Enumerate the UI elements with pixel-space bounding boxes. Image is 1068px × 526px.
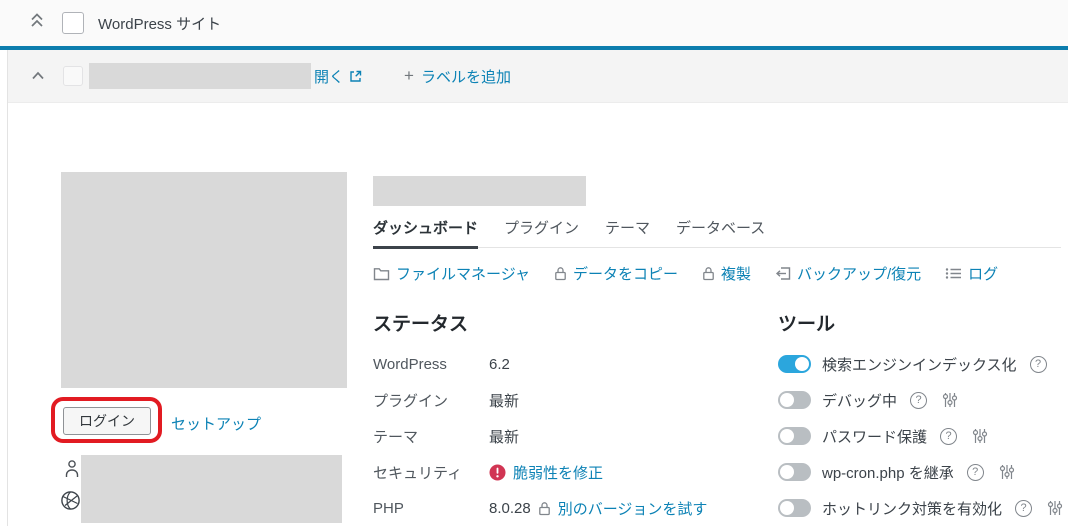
status-row-plugins: プラグイン 最新 [373,382,713,418]
toggle-hotlink-protect[interactable] [778,499,811,517]
tool-row-hotlink-protect: ホットリンク対策を有効化 [778,490,1068,526]
globe-icon [60,490,81,516]
file-manager-link[interactable]: ファイルマネージャ [373,263,530,284]
status-row-security: セキュリティ 脆弱性を修正 [373,454,713,490]
login-button[interactable]: ログイン [63,407,151,435]
status-value: 最新 [489,428,520,446]
tool-row-debug: デバッグ中 [778,382,1068,418]
backup-restore-label: バックアップ/復元 [796,266,922,283]
tool-label: ホットリンク対策を有効化 [822,500,1003,518]
lock-icon [554,266,567,281]
help-icon[interactable] [910,391,928,409]
log-label: ログ [968,266,999,283]
status-label: WordPress [373,355,447,373]
clone-link[interactable]: 複製 [702,263,751,284]
tab-dashboard[interactable]: ダッシュボード [373,217,479,249]
person-icon [63,459,81,483]
tab-plugins[interactable]: プラグイン [504,217,579,247]
toggle-wp-cron[interactable] [778,463,811,481]
sliders-icon[interactable] [1047,500,1063,516]
add-label-button[interactable]: + ラベルを追加 [404,66,511,87]
help-icon[interactable] [940,427,958,445]
select-all-checkbox[interactable] [62,12,84,34]
toggle-password-protect[interactable] [778,427,811,445]
site-title-redacted [373,176,586,206]
plus-icon: + [404,66,414,85]
list-header-bar: WordPress サイト [0,0,1068,46]
tool-row-password-protect: パスワード保護 [778,418,1068,454]
tab-bar: ダッシュボード プラグイン テーマ データベース [373,217,1061,249]
tool-label: wp-cron.php を継承 [822,464,954,482]
error-icon [489,464,506,481]
status-heading: ステータス [373,314,469,335]
toggle-debug[interactable] [778,391,811,409]
wordpress-sites-panel: WordPress サイト 開く + ラベルを追加 ログイン セットアップ ダッ… [0,0,1068,526]
tools-heading: ツール [778,314,836,335]
external-link-icon [349,70,362,83]
tab-themes[interactable]: テーマ [605,217,650,247]
sliders-icon[interactable] [972,428,988,444]
status-label: プラグイン [373,392,449,410]
copy-data-link[interactable]: データをコピー [554,263,678,284]
try-php-version-link[interactable]: 別のバージョンを試す [558,498,708,519]
sliders-icon[interactable] [942,392,958,408]
file-manager-label: ファイルマネージャ [396,266,530,283]
status-label: テーマ [373,428,419,446]
site-checkbox[interactable] [63,66,83,86]
status-row-themes: テーマ 最新 [373,418,713,454]
lock-icon [538,501,551,516]
folder-icon [373,267,390,281]
tool-row-wp-cron: wp-cron.php を継承 [778,454,1068,490]
backup-restore-link[interactable]: バックアップ/復元 [775,263,921,284]
log-link[interactable]: ログ [945,263,998,284]
tab-database[interactable]: データベース [676,217,765,247]
help-icon[interactable] [1029,355,1047,373]
open-site-label: 開く [314,68,345,86]
status-table: WordPress 6.2 プラグイン 最新 テーマ 最新 セキュリティ 脆弱性… [373,346,713,526]
site-name-redacted [89,63,311,89]
site-card-body: ログイン セットアップ ダッシュボード プラグイン テーマ データベース ファイ… [8,103,1068,526]
tool-label: 検索エンジンインデックス化 [822,356,1017,374]
restore-icon [775,266,791,281]
tool-label: デバッグ中 [822,392,898,410]
copy-data-label: データをコピー [572,266,678,283]
site-card: 開く + ラベルを追加 ログイン セットアップ ダッシュボード プラグイン テー… [7,50,1068,526]
status-label: PHP [373,499,404,517]
status-label: セキュリティ [373,464,463,482]
toggle-search-indexing[interactable] [778,355,811,373]
site-card-header: 開く + ラベルを追加 [8,50,1068,103]
help-icon[interactable] [1015,499,1033,517]
status-row-php: PHP 8.0.28 別のバージョンを試す [373,490,713,526]
help-icon[interactable] [966,463,984,481]
tool-row-search-indexing: 検索エンジンインデックス化 [778,346,1068,382]
setup-link[interactable]: セットアップ [171,413,261,434]
page-title: WordPress サイト [98,15,222,33]
action-links: ファイルマネージャ データをコピー 複製 バックアップ/復元 ログ [373,263,998,284]
sliders-icon[interactable] [999,464,1015,480]
site-info-redacted [81,455,342,523]
tool-label: パスワード保護 [822,428,928,446]
status-value: 最新 [489,392,520,410]
status-value: 6.2 [489,355,510,373]
collapse-site-icon[interactable] [31,67,45,85]
lock-icon [702,266,715,281]
open-site-link[interactable]: 開く [314,66,362,87]
add-label-text: ラベルを追加 [420,68,511,86]
php-version: 8.0.28 [489,499,531,517]
collapse-all-icon[interactable] [30,12,44,34]
status-row-wordpress: WordPress 6.2 [373,346,713,382]
fix-vulnerability-link[interactable]: 脆弱性を修正 [513,462,603,483]
log-icon [945,267,962,280]
clone-label: 複製 [720,266,751,283]
tools-list: 検索エンジンインデックス化 デバッグ中 パスワード保護 [778,346,1068,526]
site-screenshot-redacted [61,172,347,388]
